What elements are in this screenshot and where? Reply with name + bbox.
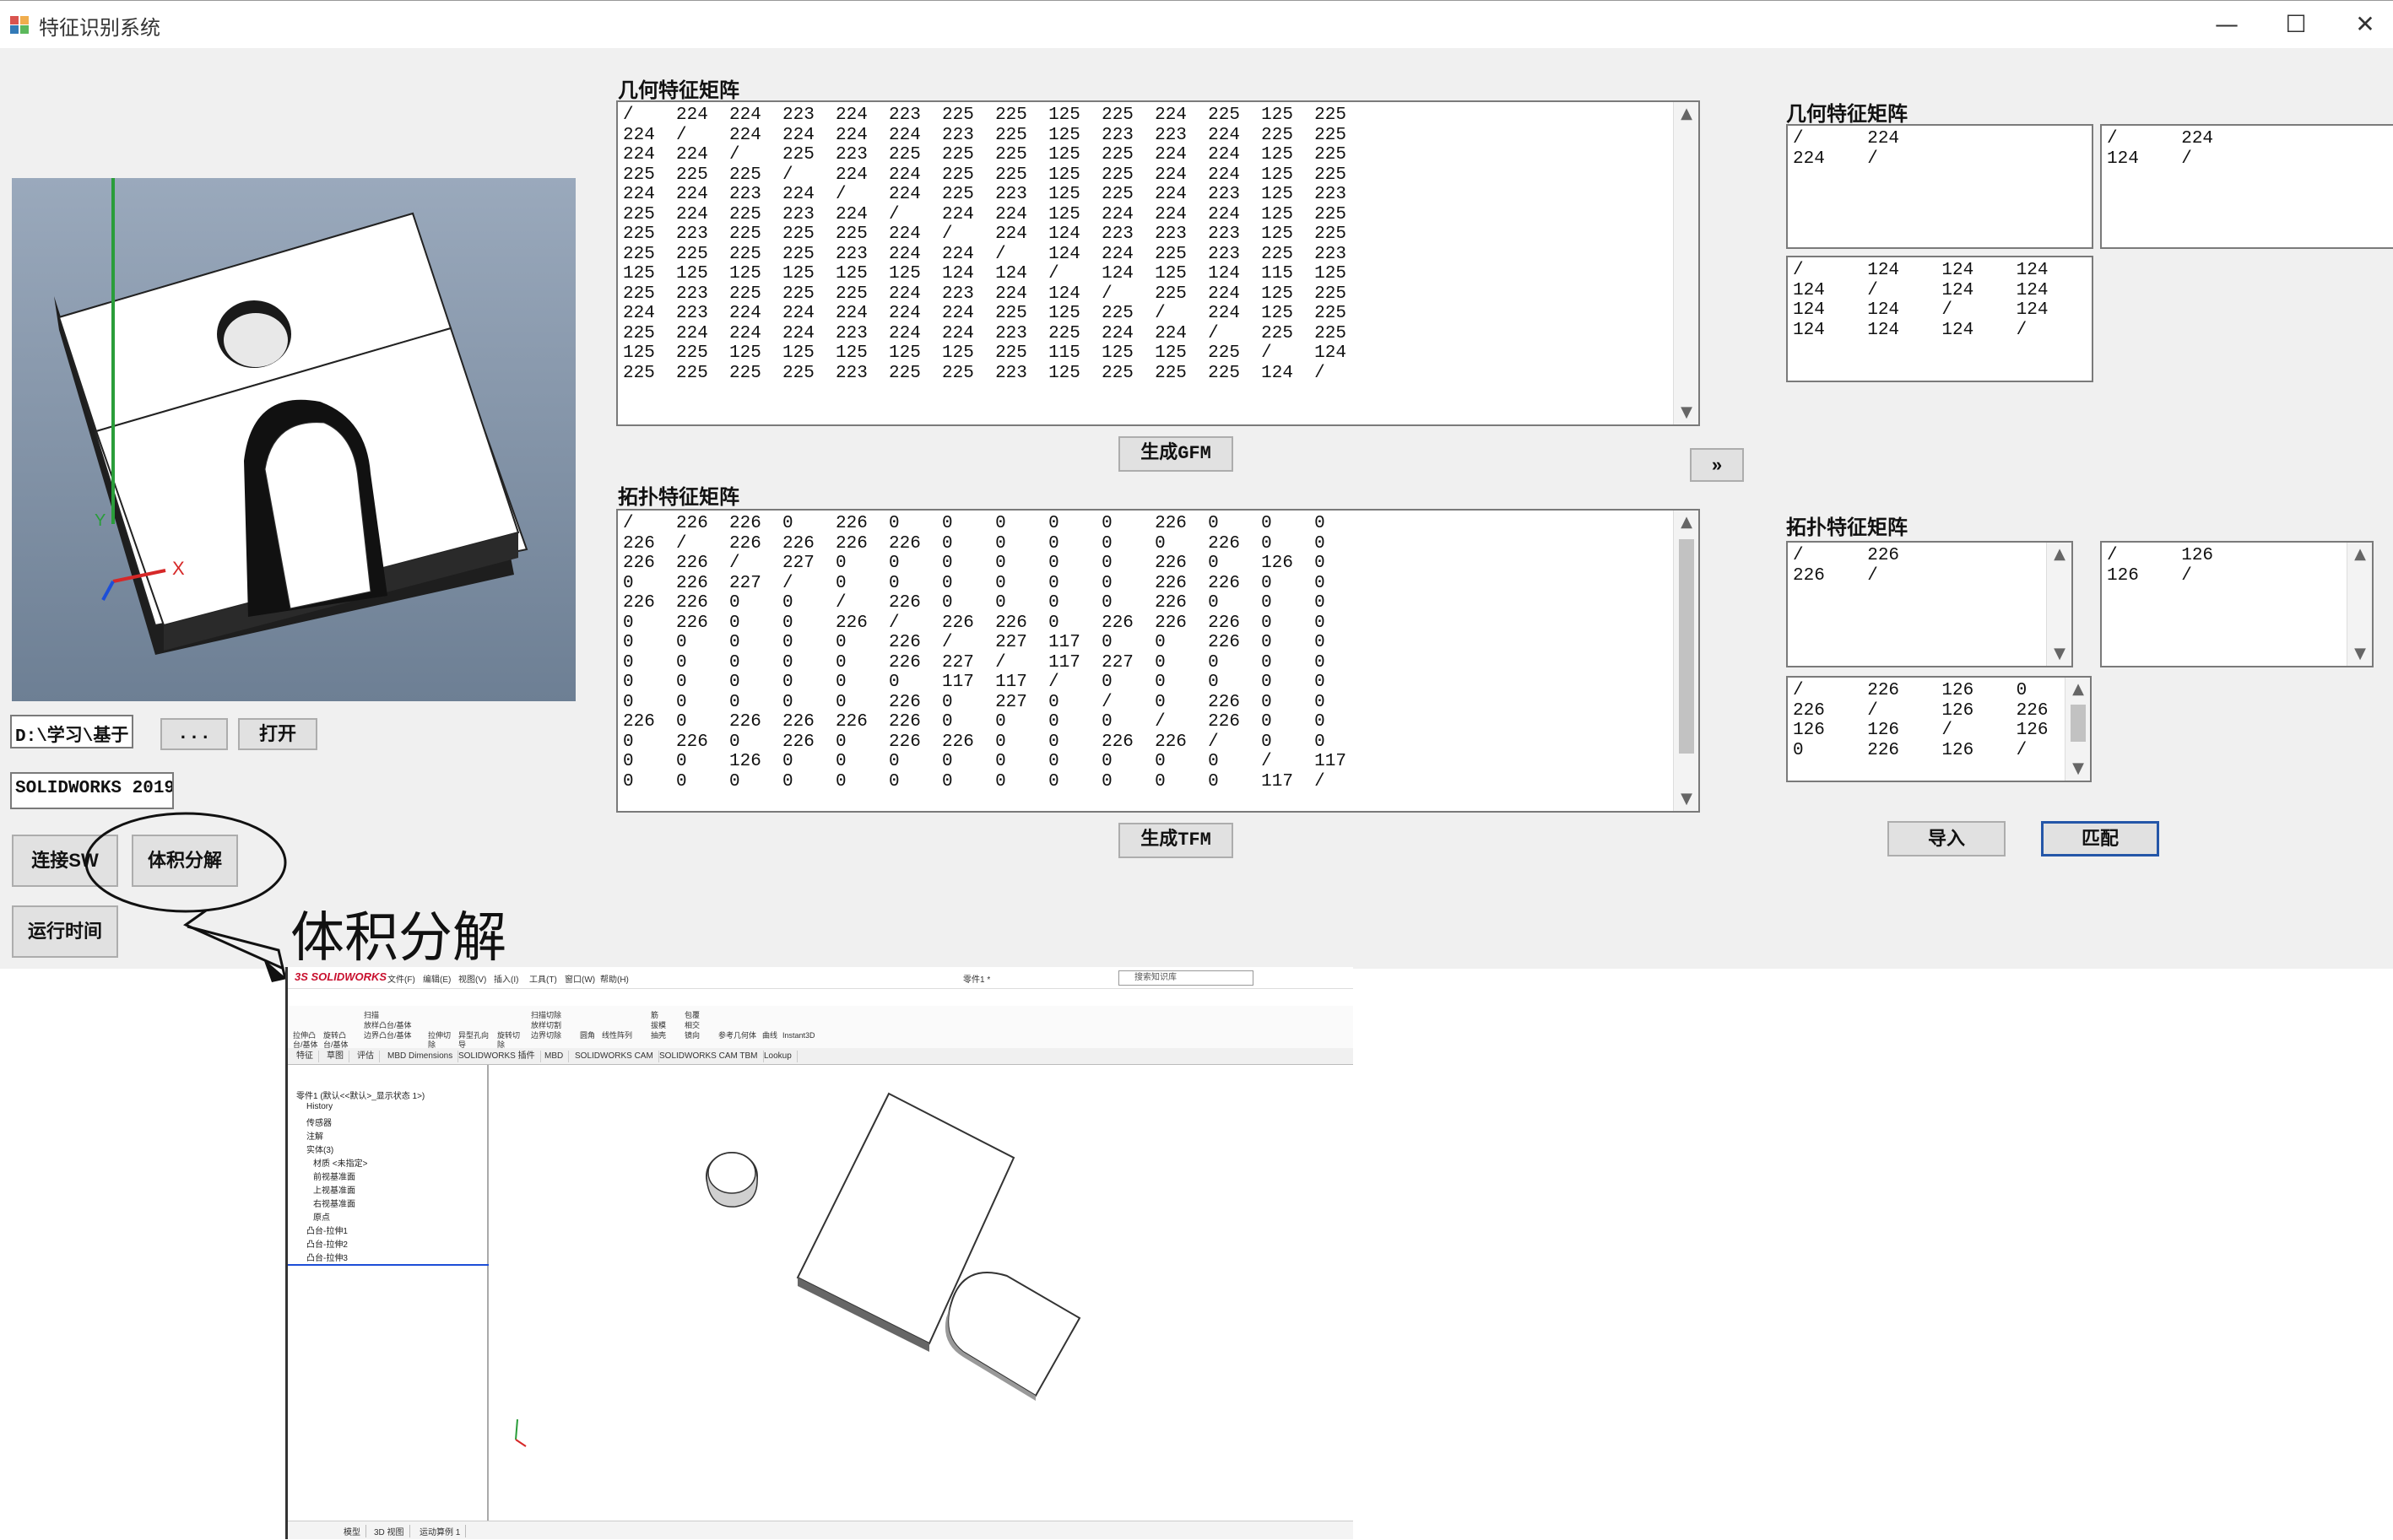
ribbon-sweep-cut[interactable]: 扫描切除 bbox=[531, 1011, 561, 1020]
tree-boss-extrude-1[interactable]: 凸台-拉伸1 bbox=[306, 1224, 348, 1236]
tree-origin[interactable]: 原点 bbox=[313, 1210, 330, 1223]
sw-menu-edit[interactable]: 编辑(E) bbox=[423, 972, 451, 985]
ribbon-mirror[interactable]: 镜向 bbox=[685, 1031, 700, 1040]
ribbon-sweep[interactable]: 扫描 bbox=[364, 1011, 379, 1020]
ribbon-wrap[interactable]: 包覆 bbox=[685, 1011, 700, 1020]
tree-material[interactable]: 材质 <未指定> bbox=[313, 1156, 367, 1169]
ribbon-rib[interactable]: 筋 bbox=[651, 1011, 658, 1020]
tab-sw-addins[interactable]: SOLIDWORKS 插件 bbox=[453, 1051, 541, 1062]
tab-evaluate[interactable]: 评估 bbox=[352, 1051, 380, 1062]
tree-part-root[interactable]: 零件1 (默认<<默认>_显示状态 1>) bbox=[296, 1089, 425, 1101]
ribbon-boundary-cut[interactable]: 边界切除 bbox=[531, 1031, 561, 1040]
sw-title-bar: 3S SOLIDWORKS 文件(F) 编辑(E) 视图(V) 插入(I) 工具… bbox=[288, 967, 1353, 989]
ribbon-instant3d[interactable]: Instant3D bbox=[782, 1031, 815, 1040]
sw-menu-window[interactable]: 窗口(W) bbox=[565, 972, 595, 985]
ribbon-shell[interactable]: 抽壳 bbox=[651, 1031, 666, 1040]
status-tab-motion-study[interactable]: 运动算例 1 bbox=[414, 1525, 467, 1537]
tree-boss-extrude-3[interactable]: 凸台-拉伸3 bbox=[306, 1251, 348, 1263]
ribbon-hole-wizard[interactable]: 异型孔向导 bbox=[458, 1031, 492, 1050]
tab-sw-cam-tbm[interactable]: SOLIDWORKS CAM TBM bbox=[654, 1051, 764, 1062]
tree-right-plane[interactable]: 右视基准面 bbox=[313, 1197, 355, 1209]
tab-mbd[interactable]: MBD bbox=[539, 1051, 570, 1062]
tab-sketch[interactable]: 草图 bbox=[322, 1051, 349, 1062]
sw-menu-tools[interactable]: 工具(T) bbox=[529, 972, 557, 985]
tree-annotations[interactable]: 注解 bbox=[306, 1129, 323, 1142]
status-tab-model[interactable]: 模型 bbox=[338, 1525, 366, 1537]
ribbon-boundary[interactable]: 边界凸台/基体 bbox=[364, 1031, 412, 1040]
ribbon-extrude-boss[interactable]: 拉伸凸台/基体 bbox=[293, 1031, 318, 1050]
sw-graphics-area[interactable] bbox=[490, 1065, 1353, 1521]
ribbon-fillet[interactable]: 圆角 bbox=[580, 1031, 595, 1040]
tree-boss-extrude-2[interactable]: 凸台-拉伸2 bbox=[306, 1237, 348, 1250]
sw-menu-help[interactable]: 帮助(H) bbox=[600, 972, 629, 985]
tab-mbd-dimensions[interactable]: MBD Dimensions bbox=[382, 1051, 459, 1062]
tree-selection-line bbox=[288, 1264, 489, 1266]
tab-lookup[interactable]: Lookup bbox=[759, 1051, 798, 1062]
status-tab-3d-views[interactable]: 3D 视图 bbox=[369, 1525, 410, 1537]
ribbon-draft[interactable]: 拔模 bbox=[651, 1021, 666, 1030]
tree-solid-bodies[interactable]: 实体(3) bbox=[306, 1143, 333, 1155]
feature-manager-tree: 零件1 (默认<<默认>_显示状态 1>) History 传感器 注解 实体(… bbox=[288, 1065, 489, 1521]
ribbon-loft[interactable]: 放样凸台/基体 bbox=[364, 1021, 412, 1030]
tree-sensors[interactable]: 传感器 bbox=[306, 1116, 332, 1128]
sw-status-bar: 模型 3D 视图 运动算例 1 bbox=[288, 1521, 1353, 1539]
tree-front-plane[interactable]: 前视基准面 bbox=[313, 1170, 355, 1182]
sw-doc-title: 零件1 * bbox=[963, 975, 991, 985]
ribbon-curves[interactable]: 曲线 bbox=[762, 1031, 777, 1040]
sw-menu-view[interactable]: 视图(V) bbox=[458, 972, 486, 985]
ribbon-intersect[interactable]: 相交 bbox=[685, 1021, 700, 1030]
ribbon-linear-pattern[interactable]: 线性阵列 bbox=[602, 1031, 632, 1040]
ribbon-loft-cut[interactable]: 放样切割 bbox=[531, 1021, 561, 1030]
decomposed-bodies-drawing bbox=[515, 1092, 1081, 1447]
tab-sw-cam[interactable]: SOLIDWORKS CAM bbox=[570, 1051, 659, 1062]
ribbon-reference-geometry[interactable]: 参考几何体 bbox=[718, 1031, 756, 1040]
ribbon-revolve-boss[interactable]: 旋转凸台/基体 bbox=[323, 1031, 349, 1050]
tree-top-plane[interactable]: 上视基准面 bbox=[313, 1183, 355, 1196]
sw-logo: 3S SOLIDWORKS bbox=[295, 970, 387, 983]
sw-menu-file[interactable]: 文件(F) bbox=[387, 972, 415, 985]
tab-features[interactable]: 特征 bbox=[291, 1051, 319, 1062]
tree-history[interactable]: History bbox=[306, 1102, 333, 1111]
solidworks-window: 3S SOLIDWORKS 文件(F) 编辑(E) 视图(V) 插入(I) 工具… bbox=[285, 967, 1353, 1539]
ribbon-revolve-cut[interactable]: 旋转切除 bbox=[497, 1031, 522, 1050]
ribbon-extrude-cut[interactable]: 拉伸切除 bbox=[428, 1031, 453, 1050]
sw-search-input[interactable]: 搜索知识库 bbox=[1118, 970, 1253, 986]
sw-menu-insert[interactable]: 插入(I) bbox=[494, 972, 518, 985]
callout-label: 体积分解 bbox=[290, 907, 506, 970]
sw-command-tabs: 特征 草图 评估 MBD Dimensions SOLIDWORKS 插件 MB… bbox=[288, 1048, 1353, 1065]
